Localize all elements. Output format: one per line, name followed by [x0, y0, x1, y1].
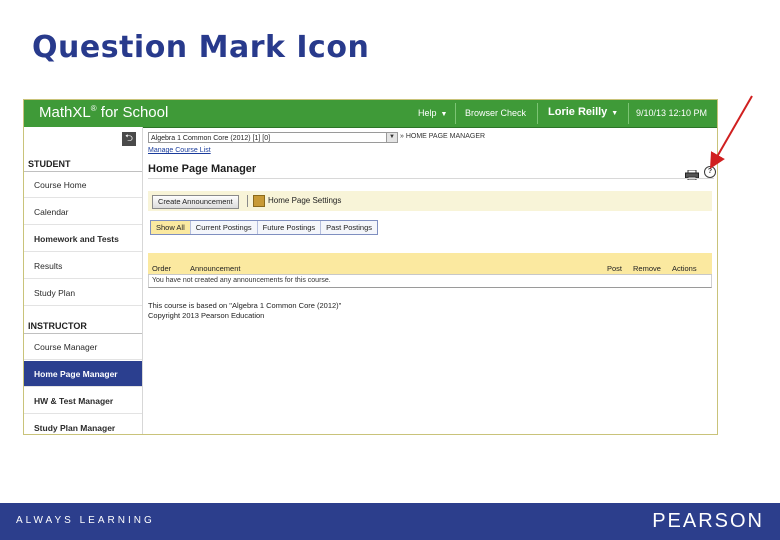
course-select[interactable]: Algebra 1 Common Core (2012) [1] [0] [148, 132, 398, 143]
col-announcement: Announcement [190, 264, 241, 273]
tab-future-postings[interactable]: Future Postings [258, 221, 322, 234]
table-row: You have not created any announcements f… [148, 275, 712, 288]
annotation-arrow [710, 95, 753, 169]
sidebar-item-course-home[interactable]: Course Home [24, 172, 142, 198]
tab-current-postings[interactable]: Current Postings [191, 221, 258, 234]
help-menu[interactable]: Help ▼ [418, 108, 447, 118]
chevron-down-icon[interactable]: ▼ [386, 133, 397, 142]
app-logo: MathXL® for School [39, 104, 169, 121]
sidebar-item-study-plan[interactable]: Study Plan [24, 280, 142, 306]
settings-icon [253, 195, 265, 207]
slide-title: Question Mark Icon [32, 30, 370, 65]
app-screenshot: MathXL® for School Help ▼ Browser Check L… [23, 99, 718, 435]
top-bar: MathXL® for School Help ▼ Browser Check L… [24, 100, 717, 128]
sidebar-item-home-page-manager[interactable]: Home Page Manager [24, 361, 142, 387]
back-arrow-icon[interactable]: ⮌ [122, 132, 136, 146]
course-source-note: This course is based on "Algebra 1 Commo… [148, 301, 342, 310]
col-order[interactable]: Order [152, 263, 171, 274]
manage-course-list-link[interactable]: Manage Course List [148, 147, 211, 154]
sidebar-item-study-plan-manager[interactable]: Study Plan Manager [24, 415, 142, 434]
sidebar-item-hw-test-manager[interactable]: HW & Test Manager [24, 388, 142, 414]
pearson-logo: PEARSON [652, 510, 764, 532]
main-content: Algebra 1 Common Core (2012) [1] [0] ▼ »… [148, 127, 716, 434]
col-remove: Remove [633, 264, 661, 273]
col-actions: Actions [672, 264, 697, 273]
announcement-toolbar: Create Announcement Home Page Settings [148, 191, 712, 211]
user-menu[interactable]: Lorie Reilly ▼ [548, 106, 618, 118]
empty-table-message: You have not created any announcements f… [152, 277, 331, 284]
col-post: Post [607, 264, 623, 273]
sidebar: ⮌ STUDENT Course Home Calendar Homework … [24, 127, 143, 434]
home-page-settings-link[interactable]: Home Page Settings [253, 195, 341, 207]
breadcrumb: » HOME PAGE MANAGER [400, 133, 486, 140]
sidebar-heading-student: STUDENT [28, 159, 71, 169]
posting-tabs: Show All Current Postings Future Posting… [150, 220, 379, 235]
copyright-note: Copyright 2013 Pearson Education [148, 311, 265, 320]
create-announcement-button[interactable]: Create Announcement [152, 195, 239, 209]
browser-check-link[interactable]: Browser Check [465, 108, 526, 118]
sidebar-item-results[interactable]: Results [24, 253, 142, 279]
tab-show-all[interactable]: Show All [151, 221, 191, 234]
tab-past-postings[interactable]: Past Postings [321, 221, 377, 234]
footer-tagline: ALWAYS LEARNING [16, 515, 155, 526]
sidebar-item-homework-and-tests[interactable]: Homework and Tests [24, 226, 142, 252]
page-title: Home Page Manager [148, 163, 257, 175]
sidebar-heading-instructor: INSTRUCTOR [28, 321, 87, 331]
footer-bar: ALWAYS LEARNING PEARSON [0, 503, 780, 540]
sidebar-item-calendar[interactable]: Calendar [24, 199, 142, 225]
sidebar-item-course-manager[interactable]: Course Manager [24, 334, 142, 360]
announcements-table-header: Order Announcement Post Remove Actions [148, 263, 712, 275]
